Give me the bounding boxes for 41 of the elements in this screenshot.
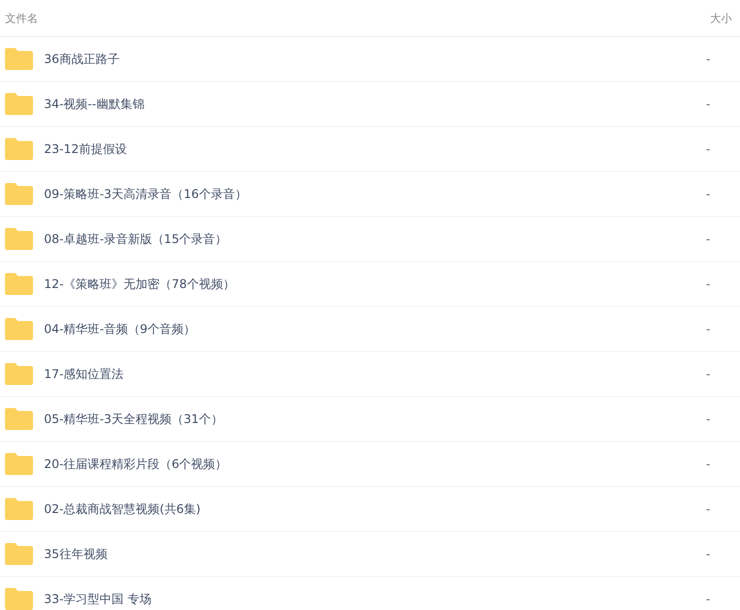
folder-icon	[5, 273, 33, 295]
folder-name[interactable]: 09-策略班-3天高清录音（16个录音）	[44, 186, 706, 202]
folder-icon	[5, 498, 33, 520]
folder-icon	[5, 93, 33, 115]
folder-name[interactable]: 36商战正路子	[44, 50, 706, 68]
file-size: -	[706, 412, 712, 426]
folder-name[interactable]: 20-往届课程精彩片段（6个视频）	[44, 456, 706, 472]
folder-name[interactable]: 33-学习型中国 专场	[44, 590, 706, 608]
folder-icon	[5, 48, 33, 70]
file-size: -	[706, 367, 712, 381]
column-header[interactable]: 文件名	[0, 10, 710, 26]
file-size: -	[706, 142, 712, 156]
folder-name[interactable]: 08-卓越班-录音新版（15个录音）	[44, 230, 706, 248]
file-size: -	[706, 232, 712, 246]
file-size: -	[706, 592, 712, 606]
folder-name[interactable]: 34-视频--幽默集锦	[44, 96, 706, 112]
file-size: -	[706, 502, 712, 516]
folder-icon	[5, 588, 33, 610]
folder-name[interactable]: 12-《策略班》无加密（78个视频）	[44, 276, 706, 292]
file-size: -	[706, 97, 712, 111]
folder-icon	[5, 138, 33, 160]
file-size: -	[706, 322, 712, 336]
file-size: -	[706, 457, 712, 471]
folder-name[interactable]: 23-12前提假设	[44, 140, 706, 158]
folder-icon	[5, 183, 33, 205]
file-size: -	[706, 52, 712, 66]
folder-icon	[5, 408, 33, 430]
file-size: -	[706, 277, 712, 291]
folder-name[interactable]: 17-感知位置法	[44, 366, 706, 382]
folder-name[interactable]: 04-精华班-音频（9个音频）	[44, 320, 706, 338]
folder-icon	[5, 228, 33, 250]
folder-icon	[5, 363, 33, 385]
file-size: -	[706, 547, 712, 561]
folder-icon	[5, 318, 33, 340]
folder-name[interactable]: 35往年视频	[44, 546, 706, 562]
folder-name[interactable]: 05-精华班-3天全程视频（31个）	[44, 410, 706, 428]
folder-icon	[5, 543, 33, 565]
file-size: -	[706, 187, 712, 201]
folder-icon	[5, 453, 33, 475]
folder-name[interactable]: 02-总裁商战智慧视频(共6集)	[44, 500, 706, 518]
column-header[interactable]: 大小	[710, 10, 740, 26]
